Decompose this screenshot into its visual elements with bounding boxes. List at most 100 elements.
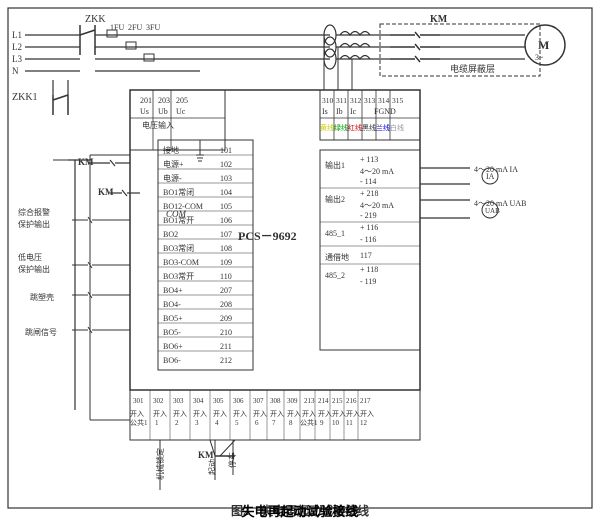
- cable-shield-label: 电缆屏蔽层: [450, 63, 495, 74]
- term-114b: - 114: [360, 177, 376, 186]
- is-label: Is: [322, 107, 328, 116]
- 485-1-label: 485_1: [325, 229, 345, 238]
- term-117: 117: [360, 251, 372, 260]
- term-212: 212: [220, 356, 232, 365]
- low-volt-label2: 保护输出: [18, 264, 50, 274]
- term-214: 214: [318, 397, 329, 405]
- alarm-label2: 保护输出: [18, 219, 50, 229]
- bo6-minus-label: BO6-: [163, 356, 181, 365]
- term-315: 315: [392, 96, 404, 105]
- uab-ma-label: 4～20 mA UAB: [474, 199, 526, 208]
- din-6-label: 开入: [253, 410, 267, 418]
- term-304: 304: [193, 397, 204, 405]
- din-1-label: 开入: [153, 410, 167, 418]
- bo3-no-label: BO3常开: [163, 272, 194, 281]
- din-com1b-label: 开入: [302, 410, 316, 418]
- white-wire: 白线: [390, 123, 404, 132]
- term-314: 314: [378, 96, 390, 105]
- ic-label: Ic: [350, 107, 357, 116]
- bo5-minus-label: BO5-: [163, 328, 181, 337]
- u1-label: Us: [140, 107, 149, 116]
- term-101: 101: [220, 146, 232, 155]
- device-label: PCS－9692: [238, 229, 297, 243]
- km-bottom-label: KM: [198, 450, 214, 460]
- term-209: 209: [220, 314, 232, 323]
- term-302: 302: [153, 397, 164, 405]
- term-207: 207: [220, 286, 232, 295]
- term-205: 205: [176, 96, 188, 105]
- term-312: 312: [350, 96, 362, 105]
- term-213: 213: [304, 397, 315, 405]
- term-201: 201: [140, 96, 152, 105]
- km-left-label: KM: [78, 157, 94, 167]
- din-12-num: 12: [360, 419, 368, 427]
- km-inner-label: KM: [98, 187, 114, 197]
- term-305: 305: [213, 397, 224, 405]
- term-306: 306: [233, 397, 244, 405]
- din-4-num: 4: [215, 419, 219, 427]
- circuit-diagram: ZKK L1 L2 L3 N 1FU 2FU 3FU M 3~ KM: [0, 0, 600, 526]
- voltage-input-label: 电压输入: [142, 120, 174, 130]
- din-com1-label: 开入: [130, 410, 144, 418]
- fgnd-label: FGND: [374, 107, 396, 116]
- din-9-num: 9: [320, 419, 324, 427]
- uab-label: UAB: [485, 207, 500, 215]
- ia-ma-label: 4～20 mA IA: [474, 165, 518, 174]
- din-12-label: 开入: [360, 410, 374, 418]
- term-211: 211: [220, 342, 232, 351]
- din-com1-label2: 公共1: [130, 418, 148, 427]
- stop-label: 停车: [227, 452, 237, 468]
- term-310: 310: [322, 96, 334, 105]
- term-203: 203: [158, 96, 170, 105]
- term-102: 102: [220, 160, 232, 169]
- term-208: 208: [220, 300, 232, 309]
- blue-wire: 兰线: [376, 123, 390, 132]
- alarm-label: 综合报警: [18, 207, 50, 217]
- 2fu-label: 2FU: [128, 23, 142, 32]
- term-215: 215: [332, 397, 343, 405]
- din-2-num: 2: [175, 419, 179, 427]
- term-210: 210: [220, 328, 232, 337]
- term-119: - 119: [360, 277, 376, 286]
- output2-ma: 4～20 mA: [360, 201, 394, 210]
- term-219: - 219: [360, 211, 377, 220]
- term-113: + 113: [360, 155, 378, 164]
- power-plus-label: 电源+: [163, 159, 184, 169]
- term-106: 106: [220, 216, 232, 225]
- trip-shell-label: 跳塑壳: [30, 292, 54, 302]
- term-107: 107: [220, 230, 232, 239]
- yellow-wire: 黄线: [320, 123, 334, 132]
- din-3-num: 3: [195, 419, 199, 427]
- term-303: 303: [173, 397, 184, 405]
- common-gnd-label: 通借地: [325, 252, 349, 262]
- L2-label: L2: [12, 42, 22, 52]
- term-308: 308: [270, 397, 281, 405]
- din-7-label: 开入: [270, 410, 284, 418]
- term-110: 110: [220, 272, 232, 281]
- ia-label: IA: [486, 172, 495, 181]
- din-8-label: 开入: [287, 410, 301, 418]
- N-label: N: [12, 66, 19, 76]
- din-5-label: 开入: [233, 410, 247, 418]
- term-307: 307: [253, 397, 264, 405]
- power-minus-label: 电源-: [163, 173, 182, 183]
- bo1-nc-label: BO1常闭: [163, 188, 194, 197]
- term-311: 311: [336, 96, 347, 105]
- bo6-plus-label: BO6+: [163, 342, 183, 351]
- term-104: 104: [220, 188, 232, 197]
- red-wire: 红线: [348, 123, 362, 132]
- diagram-container: ZKK L1 L2 L3 N 1FU 2FU 3FU M 3~ KM: [0, 0, 600, 526]
- ground-label: 接地: [163, 145, 179, 155]
- zkk1-label: ZKK1: [12, 92, 38, 103]
- din-7-num: 7: [272, 419, 276, 427]
- term-114: 4～20 mA: [360, 167, 394, 176]
- L1-label: L1: [12, 30, 22, 40]
- term-118: + 118: [360, 265, 378, 274]
- ib-label: Ib: [336, 107, 343, 116]
- bo1-no-label: BO1常开: [163, 216, 194, 225]
- black-wire: 黑线: [362, 123, 376, 132]
- km-top-label: KM: [430, 14, 448, 25]
- term-301: 301: [133, 397, 144, 405]
- term-105: 105: [220, 202, 232, 211]
- din-8-num: 8: [289, 419, 293, 427]
